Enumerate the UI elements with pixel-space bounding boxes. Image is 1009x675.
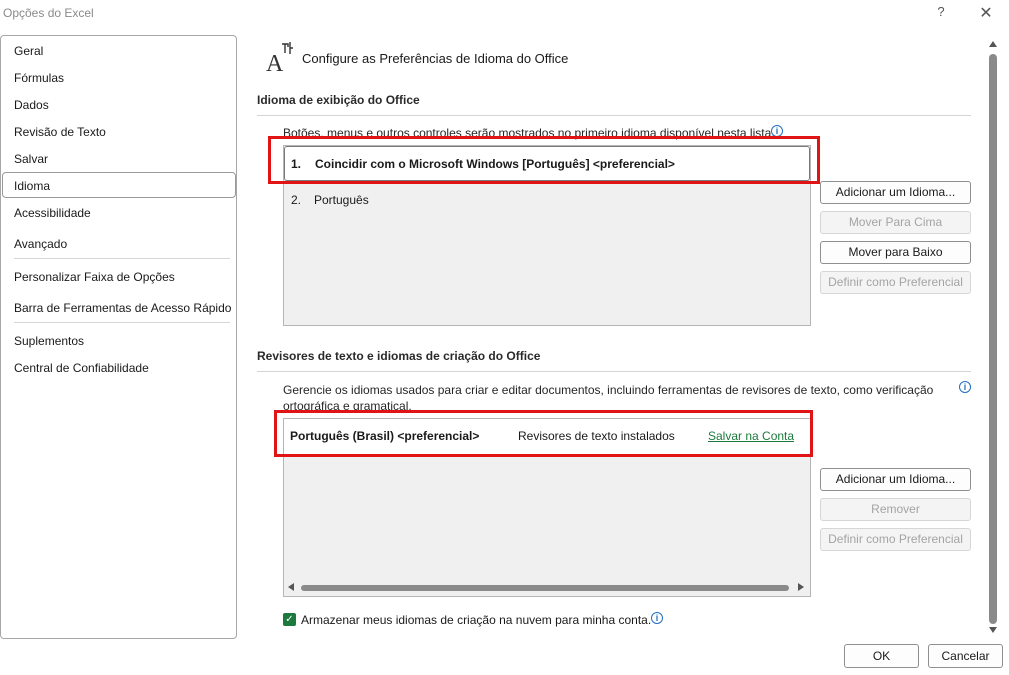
page-title: Configure as Preferências de Idioma do O…	[302, 51, 569, 66]
move-up-button[interactable]: Mover Para Cima	[820, 211, 971, 234]
sidebar-item-personalizar-faixa[interactable]: Personalizar Faixa de Opções	[14, 270, 175, 284]
sidebar-item-central-confiabilidade[interactable]: Central de Confiabilidade	[14, 361, 149, 375]
window-title: Opções do Excel	[3, 6, 94, 20]
sidebar-divider	[14, 258, 230, 259]
scroll-down-icon[interactable]	[989, 627, 997, 633]
set-preferred-display-button[interactable]: Definir como Preferencial	[820, 271, 971, 294]
add-display-language-button[interactable]: Adicionar um Idioma...	[820, 181, 971, 204]
cancel-button[interactable]: Cancelar	[928, 644, 1003, 668]
scroll-right-icon[interactable]	[798, 583, 804, 591]
info-icon[interactable]: i	[959, 381, 971, 393]
title-bar: Opções do Excel ? ✕	[0, 0, 1009, 26]
authoring-section-title: Revisores de texto e idiomas de criação …	[257, 349, 541, 363]
sidebar-item-dados[interactable]: Dados	[14, 98, 49, 112]
move-down-button[interactable]: Mover para Baixo	[820, 241, 971, 264]
add-authoring-language-button[interactable]: Adicionar um Idioma...	[820, 468, 971, 491]
sidebar-item-suplementos[interactable]: Suplementos	[14, 334, 84, 348]
sidebar-item-idioma[interactable]: Idioma	[14, 179, 50, 193]
svg-text:A: A	[266, 51, 284, 74]
highlight-annotation-box	[268, 136, 820, 184]
section-divider	[257, 371, 971, 372]
sidebar-item-salvar[interactable]: Salvar	[14, 152, 48, 166]
sidebar-item-formulas[interactable]: Fórmulas	[14, 71, 64, 85]
sidebar: Geral Fórmulas Dados Revisão de Texto Sa…	[0, 35, 237, 639]
info-icon[interactable]: i	[651, 612, 663, 624]
scroll-left-icon[interactable]	[288, 583, 294, 591]
cloud-storage-checkbox-label[interactable]: Armazenar meus idiomas de criação na nuv…	[301, 613, 651, 627]
section-divider	[257, 115, 971, 116]
sidebar-item-revisao-de-texto[interactable]: Revisão de Texto	[14, 125, 106, 139]
scroll-up-icon[interactable]	[989, 41, 997, 47]
list-item-number: 2.	[291, 193, 302, 207]
sidebar-item-geral[interactable]: Geral	[14, 44, 43, 58]
help-button[interactable]: ?	[934, 4, 948, 20]
remove-button[interactable]: Remover	[820, 498, 971, 521]
highlight-annotation-box	[274, 410, 813, 457]
list-item-label[interactable]: Português	[314, 193, 369, 207]
vertical-scrollbar[interactable]	[986, 38, 1000, 636]
sidebar-divider	[14, 322, 230, 323]
cloud-storage-checkbox[interactable]: ✓	[283, 613, 296, 626]
authoring-description-line1: Gerencie os idiomas usados para criar e …	[283, 383, 934, 397]
sidebar-item-acessibilidade[interactable]: Acessibilidade	[14, 206, 91, 220]
close-button[interactable]: ✕	[976, 3, 996, 22]
sidebar-item-barra-acesso-rapido[interactable]: Barra de Ferramentas de Acesso Rápido	[14, 301, 231, 315]
ok-button[interactable]: OK	[844, 644, 919, 668]
sidebar-item-avancado[interactable]: Avançado	[14, 237, 67, 251]
scroll-thumb[interactable]	[989, 54, 997, 624]
scroll-thumb[interactable]	[301, 585, 789, 591]
language-icon: A	[266, 42, 293, 74]
display-language-section-title: Idioma de exibição do Office	[257, 93, 420, 107]
horizontal-scrollbar[interactable]	[286, 582, 808, 594]
set-preferred-authoring-button[interactable]: Definir como Preferencial	[820, 528, 971, 551]
